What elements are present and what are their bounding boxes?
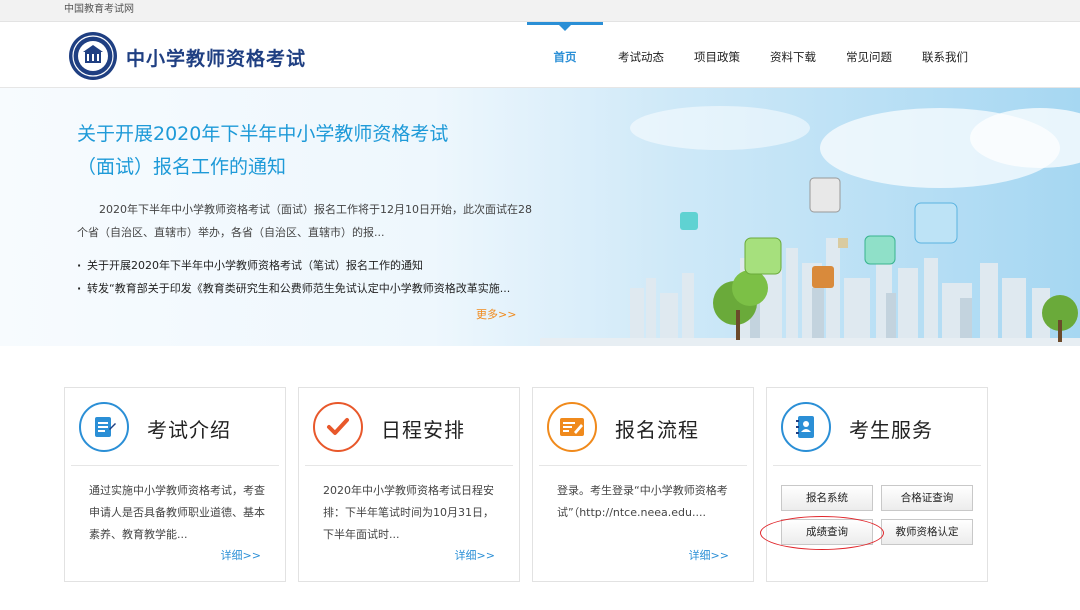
document-icon — [79, 402, 129, 452]
top-bar: 中国教育考试网 — [0, 0, 1080, 22]
header: 中小学教师资格考试 首页 考试动态 项目政策 资料下载 常见问题 联系我们 — [0, 22, 1080, 88]
details-link[interactable]: 详细>> — [221, 547, 261, 563]
list-item[interactable]: · 关于开展2020年下半年中小学教师资格考试（笔试）报名工作的通知 — [77, 254, 537, 277]
list-item[interactable]: · 转发“教育部关于印发《教育类研究生和公费师范生免试认定中小学教师资格改革实施.… — [77, 277, 537, 300]
nav-exam-news[interactable]: 考试动态 — [603, 22, 679, 88]
card-text: 登录。考生登录“中小学教师资格考试”（http://ntce.neea.edu.… — [557, 484, 728, 519]
score-query-button[interactable]: 成绩查询 — [781, 519, 873, 545]
card-exam-intro: 考试介绍 通过实施中小学教师资格考试，考查申请人是否具备教师职业道德、基本素养、… — [64, 387, 286, 582]
card-text: 2020年中小学教师资格考试日程安排：下半年笔试时间为10月31日，下半年面试时… — [323, 484, 494, 541]
site-title: 中小学教师资格考试 — [126, 48, 307, 70]
card-title[interactable]: 报名流程 — [615, 414, 699, 443]
nav-home[interactable]: 首页 — [527, 22, 603, 88]
nav-policy[interactable]: 项目政策 — [679, 22, 755, 88]
card-title[interactable]: 日程安排 — [381, 414, 465, 443]
nav-downloads[interactable]: 资料下载 — [755, 22, 831, 88]
main-nav: 首页 考试动态 项目政策 资料下载 常见问题 联系我们 — [527, 22, 983, 88]
registration-system-button[interactable]: 报名系统 — [781, 485, 873, 511]
certificate-query-button[interactable]: 合格证查询 — [881, 485, 973, 511]
banner-headline[interactable]: 关于开展2020年下半年中小学教师资格考试 （面试）报名工作的通知 — [77, 118, 497, 184]
teacher-qualification-button[interactable]: 教师资格认定 — [881, 519, 973, 545]
form-icon — [547, 402, 597, 452]
card-registration-process: 报名流程 登录。考生登录“中小学教师资格考试”（http://ntce.neea… — [532, 387, 754, 582]
card-title[interactable]: 考生服务 — [849, 414, 933, 443]
card-schedule: 日程安排 2020年中小学教师资格考试日程安排：下半年笔试时间为10月31日，下… — [298, 387, 520, 582]
site-name[interactable]: 中国教育考试网 — [64, 4, 134, 15]
details-link[interactable]: 详细>> — [455, 547, 495, 563]
banner-description: 2020年下半年中小学教师资格考试（面试）报名工作将于12月10日开始，此次面试… — [77, 203, 532, 239]
contacts-icon — [781, 402, 831, 452]
card-title[interactable]: 考试介绍 — [147, 414, 231, 443]
nav-faq[interactable]: 常见问题 — [831, 22, 907, 88]
details-link[interactable]: 详细>> — [689, 547, 729, 563]
banner-news-list: · 关于开展2020年下半年中小学教师资格考试（笔试）报名工作的通知 · 转发“教育… — [77, 254, 537, 300]
hero-banner: 关于开展2020年下半年中小学教师资格考试 （面试）报名工作的通知 2020年下… — [0, 88, 1080, 346]
card-text: 通过实施中小学教师资格考试，考查申请人是否具备教师职业道德、基本素养、教育教学能… — [89, 484, 265, 541]
nav-contact[interactable]: 联系我们 — [907, 22, 983, 88]
more-link[interactable]: 更多>> — [476, 306, 516, 322]
city-illustration-icon — [540, 106, 1080, 346]
checkmark-icon — [313, 402, 363, 452]
active-caret-icon — [559, 25, 571, 31]
logo-emblem-icon[interactable] — [68, 31, 118, 81]
